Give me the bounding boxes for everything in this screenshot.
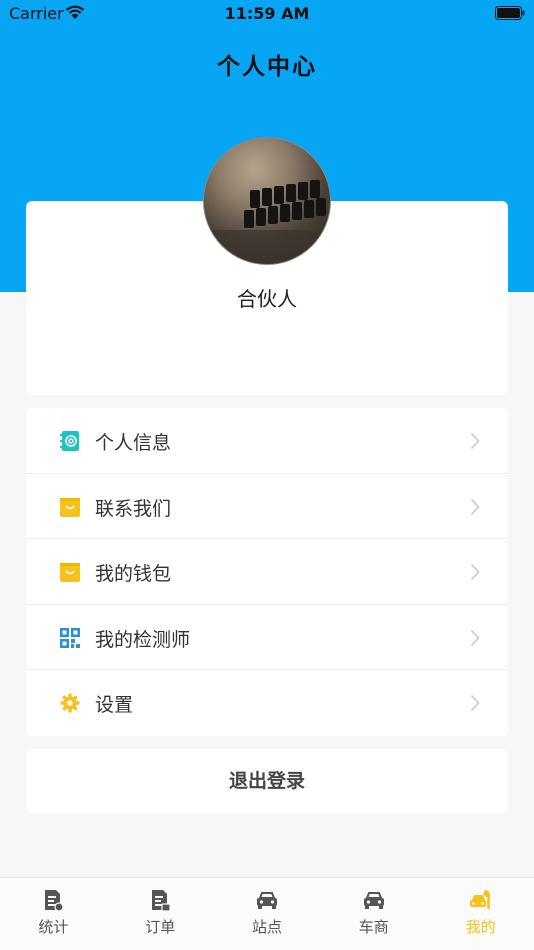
- tab-bar: 统计 订单 站点 车商 我的: [0, 877, 534, 950]
- page-title: 个人中心: [217, 54, 317, 80]
- tab-label: 订单: [145, 918, 176, 936]
- car-icon: [363, 892, 384, 909]
- chevron-right-icon: [470, 432, 480, 450]
- avatar-photo: [204, 180, 330, 264]
- status-time: 11:59 AM: [224, 4, 310, 23]
- menu-item-label: 个人信息: [95, 432, 172, 454]
- tab-statistics[interactable]: 统计: [0, 878, 107, 950]
- shopping-bag-icon: [60, 497, 80, 517]
- tab-label: 站点: [251, 918, 282, 936]
- car-icon: [256, 892, 277, 909]
- chevron-right-icon: [470, 498, 480, 515]
- tab-dealers[interactable]: 车商: [320, 878, 427, 950]
- menu-item-contact-us[interactable]: 联系我们: [26, 474, 508, 540]
- qr-code-icon: [60, 627, 80, 648]
- avatar[interactable]: [203, 137, 331, 265]
- shopping-bag-icon: [60, 563, 80, 583]
- tab-orders[interactable]: 订单: [107, 878, 214, 950]
- tab-label: 我的: [465, 918, 496, 936]
- menu-item-label: 我的检测师: [95, 628, 191, 651]
- car-repair-icon: [469, 890, 491, 909]
- tab-label: 统计: [38, 918, 69, 936]
- gear-icon: [60, 693, 80, 713]
- chevron-right-icon: [470, 629, 480, 646]
- chevron-right-icon: [470, 695, 480, 712]
- menu-item-my-wallet[interactable]: 我的钱包: [26, 539, 508, 605]
- logout-button[interactable]: 退出登录: [26, 749, 508, 813]
- order-icon: [152, 890, 171, 912]
- tab-mine[interactable]: 我的: [427, 878, 534, 950]
- tab-label: 车商: [358, 918, 389, 936]
- battery-icon: [495, 6, 525, 20]
- chevron-right-icon: [470, 564, 480, 581]
- menu-item-settings[interactable]: 设置: [26, 670, 508, 736]
- menu-item-label: 联系我们: [95, 497, 172, 520]
- report-icon: [45, 890, 64, 912]
- menu-item-my-inspectors[interactable]: 我的检测师: [26, 605, 508, 671]
- menu-item-personal-info[interactable]: 个人信息: [26, 408, 508, 474]
- menu-item-label: 我的钱包: [95, 563, 172, 586]
- profile-name: 合伙人: [237, 287, 297, 311]
- menu-item-label: 设置: [95, 694, 134, 717]
- menu-list: 个人信息 联系我们 我的钱包 我的检测师 设置: [26, 408, 508, 736]
- tab-stations[interactable]: 站点: [214, 878, 321, 950]
- contact-book-icon: [60, 431, 79, 451]
- status-bar: Carrier 11:59 AM: [0, 0, 534, 28]
